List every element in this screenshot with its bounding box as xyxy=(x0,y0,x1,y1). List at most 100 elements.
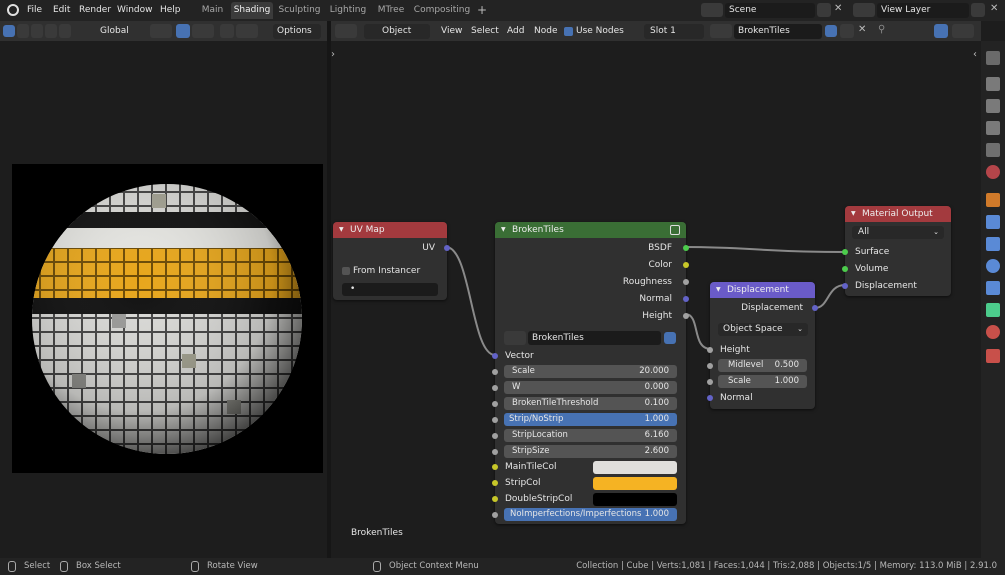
blender-logo-icon[interactable] xyxy=(7,4,19,16)
disp-scale-socket[interactable] xyxy=(707,379,713,385)
snap-target-icon[interactable] xyxy=(192,24,214,38)
disp-scale-slider[interactable]: Scale 1.000 xyxy=(718,375,807,388)
fake-user-icon[interactable] xyxy=(825,25,837,37)
input-strip-location-socket[interactable] xyxy=(492,433,498,439)
from-instancer-checkbox[interactable] xyxy=(342,267,350,275)
tab-main[interactable]: Main xyxy=(198,2,227,19)
broken-tiles-title[interactable]: BrokenTiles xyxy=(495,222,686,238)
output-bsdf-socket[interactable] xyxy=(683,245,689,251)
add-workspace-icon[interactable]: + xyxy=(477,3,487,17)
node-group-icon[interactable] xyxy=(670,225,680,235)
input-double-strip-col-socket[interactable] xyxy=(492,496,498,502)
input-scale-socket[interactable] xyxy=(492,369,498,375)
view-layer-field[interactable]: View Layer xyxy=(877,3,969,18)
render-preview[interactable] xyxy=(12,164,323,473)
menu-render[interactable]: Render xyxy=(79,4,111,17)
material-tab-icon[interactable] xyxy=(986,325,1000,339)
falloff-icon[interactable] xyxy=(236,24,258,38)
double-strip-col-swatch[interactable] xyxy=(593,493,677,506)
world-icon[interactable] xyxy=(986,165,1000,179)
displacement-input-socket[interactable] xyxy=(842,283,848,289)
main-tile-col-swatch[interactable] xyxy=(593,461,677,474)
select-mode-icon[interactable] xyxy=(3,25,15,37)
uv-map-title[interactable]: UV Map xyxy=(333,222,447,238)
select-invert-icon[interactable] xyxy=(45,24,57,38)
strip-size-slider[interactable]: StripSize 2.600 xyxy=(504,445,677,458)
tool-icon[interactable] xyxy=(986,51,1000,65)
input-imperfections-socket[interactable] xyxy=(492,512,498,518)
unlink-material-icon[interactable]: ✕ xyxy=(858,24,866,35)
particles-icon[interactable] xyxy=(986,237,1000,251)
material-output-title[interactable]: Material Output xyxy=(845,206,951,222)
strip-nostrip-slider[interactable]: Strip/NoStrip 1.000 xyxy=(504,413,677,426)
input-main-tile-col-socket[interactable] xyxy=(492,464,498,470)
tab-mtree[interactable]: MTree xyxy=(374,2,408,19)
select-extend-icon[interactable] xyxy=(17,24,29,38)
input-w-socket[interactable] xyxy=(492,385,498,391)
output-height-socket[interactable] xyxy=(683,313,689,319)
slot-dropdown[interactable]: Slot 1 xyxy=(644,24,704,39)
strip-location-slider[interactable]: StripLocation 6.160 xyxy=(504,429,677,442)
material-browse-icon[interactable] xyxy=(710,24,732,38)
scale-slider[interactable]: Scale 20.000 xyxy=(504,365,677,378)
proportional-icon[interactable] xyxy=(220,24,234,38)
object-dropdown[interactable]: Object xyxy=(364,24,430,39)
displacement-title[interactable]: Displacement xyxy=(710,282,815,298)
physics-icon[interactable] xyxy=(986,259,1000,273)
material-field[interactable]: BrokenTiles xyxy=(734,24,822,39)
menu-node[interactable]: Node xyxy=(530,24,562,39)
space-dropdown[interactable]: Object Space ⌄ xyxy=(718,323,808,336)
menu-select[interactable]: Select xyxy=(467,24,503,39)
copy-scene-icon[interactable] xyxy=(817,3,831,17)
output-color-socket[interactable] xyxy=(683,262,689,268)
input-strip-col-socket[interactable] xyxy=(492,480,498,486)
surface-socket[interactable] xyxy=(842,249,848,255)
pin-icon[interactable]: ⚲ xyxy=(878,24,885,35)
tab-shading[interactable]: Shading xyxy=(231,2,273,19)
tab-lighting[interactable]: Lighting xyxy=(328,2,368,19)
strip-col-swatch[interactable] xyxy=(593,477,677,490)
scene-tab-icon[interactable] xyxy=(986,143,1000,157)
node-editor[interactable]: › ‹ UV Map UV From Instancer • BrokenTil… xyxy=(331,41,977,558)
copy-view-layer-icon[interactable] xyxy=(971,3,985,17)
constraints-icon[interactable] xyxy=(986,281,1000,295)
close-scene-icon[interactable]: ✕ xyxy=(834,3,842,14)
snap-node-icon[interactable] xyxy=(952,24,974,38)
pivot-icon[interactable] xyxy=(150,24,172,38)
modifier-icon[interactable] xyxy=(986,215,1000,229)
target-dropdown[interactable]: All ⌄ xyxy=(852,226,944,239)
displacement-output-socket[interactable] xyxy=(812,305,818,311)
menu-view[interactable]: View xyxy=(437,24,466,39)
midlevel-slider[interactable]: Midlevel 0.500 xyxy=(718,359,807,372)
output-icon[interactable] xyxy=(986,99,1000,113)
tab-sculpting[interactable]: Sculpting xyxy=(277,2,322,19)
height-input-socket[interactable] xyxy=(707,347,713,353)
output-normal-socket[interactable] xyxy=(683,296,689,302)
group-name-field[interactable]: BrokenTiles xyxy=(528,331,661,345)
midlevel-socket[interactable] xyxy=(707,363,713,369)
group-browse-icon[interactable] xyxy=(504,331,526,345)
texture-icon[interactable] xyxy=(986,349,1000,363)
input-broken-threshold-socket[interactable] xyxy=(492,401,498,407)
output-roughness-socket[interactable] xyxy=(683,279,689,285)
view-layer-icon[interactable] xyxy=(853,3,875,17)
data-icon[interactable] xyxy=(986,303,1000,317)
snap-icon[interactable] xyxy=(176,24,190,38)
menu-edit[interactable]: Edit xyxy=(53,4,70,17)
menu-help[interactable]: Help xyxy=(160,4,181,17)
broken-threshold-slider[interactable]: BrokenTileThreshold 0.100 xyxy=(504,397,677,410)
displacement-node[interactable]: Displacement Displacement Object Space⌄ … xyxy=(707,282,818,409)
select-subtract-icon[interactable] xyxy=(31,24,43,38)
imperfections-slider[interactable]: NoImperfections/Imperfections 1.000 xyxy=(504,508,677,521)
broken-tiles-node[interactable]: BrokenTiles BSDF Color Roughness Normal … xyxy=(492,222,689,524)
render-icon[interactable] xyxy=(986,77,1000,91)
volume-socket[interactable] xyxy=(842,266,848,272)
normal-input-socket[interactable] xyxy=(707,395,713,401)
menu-file[interactable]: File xyxy=(27,4,42,17)
tab-compositing[interactable]: Compositing xyxy=(413,2,471,19)
parent-tree-icon[interactable] xyxy=(934,24,948,38)
menu-window[interactable]: Window xyxy=(117,4,153,17)
material-output-node[interactable]: Material Output All ⌄ Surface Volume Disp… xyxy=(842,206,951,296)
input-strip-nostrip-socket[interactable] xyxy=(492,417,498,423)
options-dropdown[interactable]: Options xyxy=(273,24,321,39)
